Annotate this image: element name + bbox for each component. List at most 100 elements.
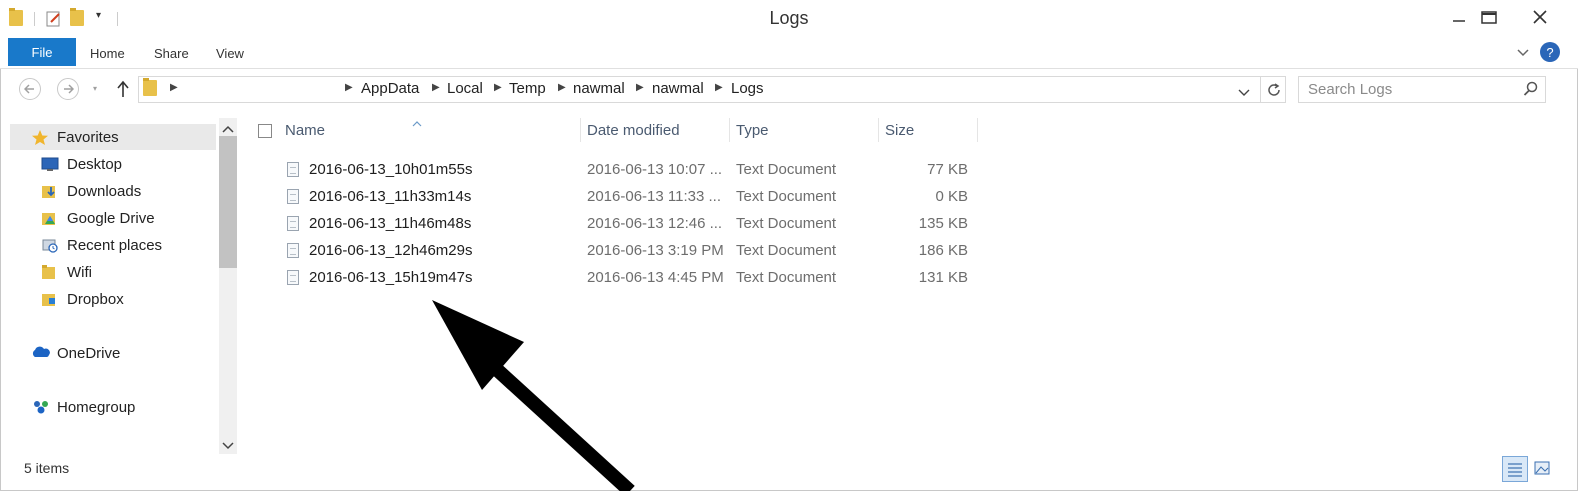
column-date-modified[interactable]: Date modified [587,122,680,139]
scroll-up-icon[interactable] [222,121,234,139]
file-row[interactable]: 2016-06-13_15h19m47s 2016-06-13 4:45 PM … [250,265,980,291]
breadcrumb-nawmal-2[interactable]: nawmal [652,80,704,97]
downloads-folder-icon [41,183,59,199]
tab-share[interactable]: Share [154,46,189,61]
nav-item-downloads[interactable]: Downloads [41,179,141,203]
large-icons-view-icon [1534,461,1550,475]
details-view-button[interactable] [1502,456,1528,482]
address-bar[interactable] [138,76,1286,103]
breadcrumb-separator-icon[interactable]: ▶ [636,82,644,93]
details-view-icon [1508,463,1522,477]
breadcrumb-appdata[interactable]: AppData [361,80,419,97]
nav-item-label: Dropbox [67,290,124,308]
file-type: Text Document [736,188,837,205]
search-icon[interactable] [1523,81,1539,102]
window-title: Logs [769,8,809,28]
file-name: 2016-06-13_11h46m48s [309,215,472,232]
expand-ribbon-chevron-icon[interactable] [1516,45,1530,63]
nav-scrollbar-thumb[interactable] [219,136,237,268]
file-date: 2016-06-13 4:45 PM [587,269,724,286]
nav-favorites-label: Favorites [57,128,119,146]
nav-onedrive[interactable]: OneDrive [31,341,120,365]
status-item-count: 5 items [24,460,70,476]
tab-view[interactable]: View [216,46,244,61]
text-document-icon [287,189,299,204]
search-placeholder: Search Logs [1308,81,1393,98]
select-all-checkbox[interactable] [258,124,272,138]
column-divider[interactable] [580,118,581,142]
onedrive-cloud-icon [31,345,50,361]
breadcrumb-logs[interactable]: Logs [731,80,764,97]
file-size: 131 KB [918,269,968,286]
file-size: 77 KB [927,161,968,178]
nav-item-google-drive[interactable]: Google Drive [41,206,155,230]
close-button[interactable] [1518,4,1562,30]
column-name[interactable]: Name [285,122,325,139]
file-name: 2016-06-13_10h01m55s [309,161,473,178]
recent-locations-dropdown-icon[interactable]: ▾ [93,84,97,93]
minimize-button[interactable] [1444,4,1474,30]
file-type: Text Document [736,161,837,178]
folder-icon [143,78,157,96]
text-document-icon [287,270,299,285]
file-name: 2016-06-13_11h33m14s [309,188,472,205]
refresh-icon [1267,82,1280,96]
file-name: 2016-06-13_12h46m29s [309,242,473,259]
breadcrumb-separator-icon[interactable]: ▶ [715,82,723,93]
google-drive-icon [41,210,59,226]
nav-favorites[interactable]: Favorites [31,125,119,149]
maximize-button[interactable] [1474,4,1504,30]
file-size: 186 KB [918,242,968,259]
large-icons-view-button[interactable] [1530,456,1556,482]
file-date: 2016-06-13 3:19 PM [587,242,724,259]
nav-homegroup[interactable]: Homegroup [31,395,135,419]
back-button[interactable] [19,78,41,100]
homegroup-icon [31,399,49,415]
breadcrumb-local[interactable]: Local [447,80,483,97]
nav-item-label: Desktop [67,155,123,173]
file-type: Text Document [736,242,837,259]
up-button[interactable] [115,80,131,103]
help-icon[interactable]: ? [1540,42,1560,62]
text-document-icon [287,243,299,258]
breadcrumb-temp[interactable]: Temp [509,80,546,97]
column-divider[interactable] [729,118,730,142]
folder-icon [41,264,59,280]
nav-item-recent-places[interactable]: Recent places [41,233,162,257]
file-row[interactable]: 2016-06-13_11h33m14s 2016-06-13 11:33 ..… [250,184,980,210]
text-document-icon [287,216,299,231]
file-name: 2016-06-13_15h19m47s [309,269,473,286]
nav-item-wifi[interactable]: Wifi [41,260,92,284]
file-row[interactable]: 2016-06-13_10h01m55s 2016-06-13 10:07 ..… [250,157,980,183]
breadcrumb-separator-icon[interactable]: ▶ [558,82,566,93]
scroll-down-icon[interactable] [222,438,234,456]
file-row[interactable]: 2016-06-13_12h46m29s 2016-06-13 3:19 PM … [250,238,980,264]
breadcrumb-nawmal[interactable]: nawmal [573,80,625,97]
tab-home[interactable]: Home [90,46,125,61]
file-size: 0 KB [935,188,968,205]
breadcrumb-separator-icon[interactable]: ▶ [494,82,502,93]
recent-places-icon [41,237,59,253]
column-type[interactable]: Type [736,122,769,139]
column-size[interactable]: Size [885,122,914,139]
file-row[interactable]: 2016-06-13_11h46m48s 2016-06-13 12:46 ..… [250,211,980,237]
nav-onedrive-label: OneDrive [57,344,121,362]
breadcrumb-separator-icon[interactable]: ▶ [345,82,353,93]
file-type: Text Document [736,269,837,286]
star-icon [31,129,49,145]
forward-button[interactable] [57,78,79,100]
file-date: 2016-06-13 11:33 ... [587,188,721,205]
column-divider[interactable] [977,118,978,142]
refresh-button[interactable] [1260,76,1286,103]
column-divider[interactable] [878,118,879,142]
breadcrumb-separator-icon[interactable]: ▶ [170,82,178,93]
file-date: 2016-06-13 10:07 ... [587,161,723,178]
nav-item-desktop[interactable]: Desktop [41,152,122,176]
nav-item-label: Downloads [67,182,142,200]
address-history-chevron-icon[interactable] [1238,84,1250,102]
file-size: 135 KB [918,215,968,232]
tab-file[interactable]: File [8,38,76,66]
nav-item-dropbox[interactable]: Dropbox [41,287,124,311]
nav-item-label: Google Drive [67,209,155,227]
breadcrumb-separator-icon[interactable]: ▶ [432,82,440,93]
